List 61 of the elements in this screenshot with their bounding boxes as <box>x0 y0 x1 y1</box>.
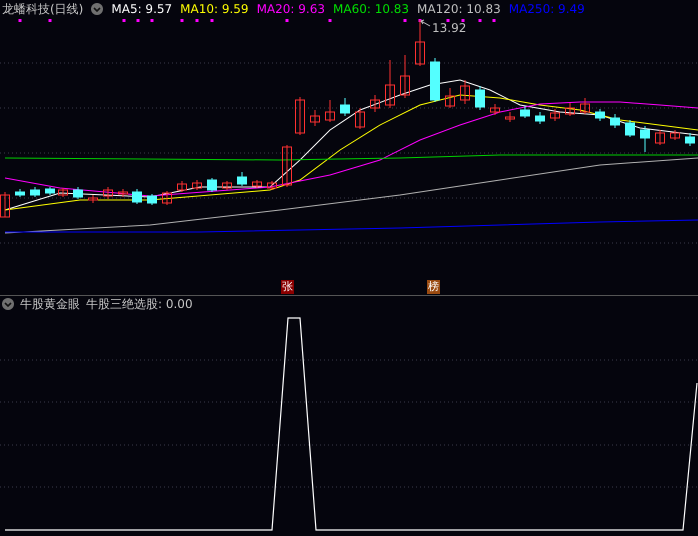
rising-candle <box>162 190 172 206</box>
rising-candle <box>565 102 575 116</box>
falling-candle <box>132 188 142 204</box>
rising-candle <box>295 96 305 136</box>
falling-candle <box>685 132 695 146</box>
ma-value: MA60: 10.83 <box>333 2 410 16</box>
rising-candle <box>580 98 590 114</box>
falling-candle <box>147 194 157 206</box>
rising-candle <box>385 60 395 108</box>
dropdown-icon[interactable] <box>2 298 14 310</box>
rising-candle <box>490 104 500 116</box>
rising-candle <box>252 180 262 188</box>
rising-candle <box>355 108 365 130</box>
falling-candle <box>45 186 55 196</box>
ma-value: MA5: 9.57 <box>111 2 172 16</box>
rising-candle <box>282 144 292 188</box>
falling-candle <box>640 126 650 152</box>
rising-candle <box>505 112 515 122</box>
rising-candle <box>325 100 335 122</box>
rising-candle <box>118 188 128 198</box>
rising-candle <box>58 188 68 198</box>
ma-value: MA20: 9.63 <box>256 2 325 16</box>
rising-candle <box>267 180 277 190</box>
high-price-label: 13.92 <box>432 21 466 35</box>
falling-candle <box>625 120 635 138</box>
falling-candle <box>237 172 247 186</box>
dropdown-icon[interactable] <box>91 3 104 15</box>
leader-line <box>420 20 430 26</box>
rising-candle <box>103 186 113 200</box>
stock-title: 龙蟠科技(日线) <box>2 0 84 18</box>
rising-candle <box>415 20 425 66</box>
rising-candle <box>445 88 455 108</box>
falling-candle <box>340 98 350 116</box>
falling-candle <box>595 108 605 122</box>
rising-candle <box>177 180 187 192</box>
rising-candle <box>192 180 202 190</box>
signal-badge: 榜 <box>427 280 440 294</box>
falling-candle <box>430 58 440 102</box>
rising-candle <box>670 130 680 140</box>
rising-candle <box>460 80 470 104</box>
ma-value: MA10: 9.59 <box>180 2 249 16</box>
falling-candle <box>30 186 40 198</box>
rising-candle <box>400 54 410 98</box>
rising-candle <box>370 94 380 112</box>
falling-candle <box>520 106 530 118</box>
ma-value: MA120: 10.83 <box>417 2 501 16</box>
rising-candle <box>0 192 10 218</box>
falling-candle <box>610 114 620 128</box>
rising-candle <box>310 110 320 126</box>
falling-candle <box>535 112 545 124</box>
signal-badge: 张 <box>281 280 294 294</box>
indicator-title: 牛股黄金眼 <box>20 296 80 312</box>
rising-candle <box>655 130 665 146</box>
falling-candle <box>207 178 217 192</box>
indicator-value: 牛股三绝选股: 0.00 <box>86 296 193 312</box>
falling-candle <box>73 186 83 200</box>
falling-candle <box>475 86 485 110</box>
rising-candle <box>222 180 232 190</box>
rising-candle <box>550 108 560 122</box>
ma-value: MA250: 9.49 <box>508 2 585 16</box>
rising-candle <box>88 194 98 204</box>
